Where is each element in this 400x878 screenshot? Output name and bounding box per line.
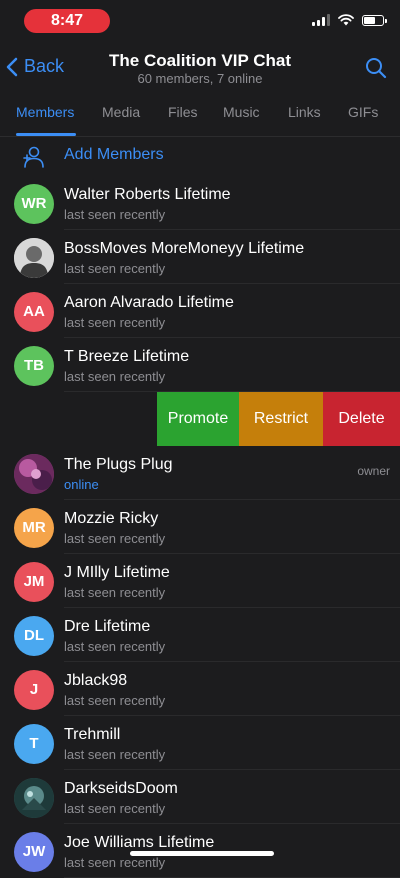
member-actions: Promote Restrict Delete: [157, 392, 400, 446]
restrict-button[interactable]: Restrict: [239, 392, 323, 446]
tab-links[interactable]: Links: [288, 104, 321, 120]
avatar: TB: [14, 346, 54, 386]
member-status: last seen recently: [64, 801, 166, 816]
battery-icon: [362, 14, 387, 26]
promote-button[interactable]: Promote: [157, 392, 239, 446]
tab-files[interactable]: Files: [168, 104, 198, 120]
search-button[interactable]: [364, 56, 388, 85]
member-name: Jblack98: [64, 672, 128, 689]
delete-button[interactable]: Delete: [323, 392, 400, 446]
member-row[interactable]: BossMoves MoreMoneyy Lifetime last seen …: [0, 230, 400, 284]
member-row[interactable]: The Plugs Plug online owner: [0, 446, 400, 500]
member-name: The Plugs Plug: [64, 456, 173, 473]
member-status: last seen recently: [64, 639, 166, 654]
avatar: AA: [14, 292, 54, 332]
member-row[interactable]: MR Mozzie Ricky last seen recently: [0, 500, 400, 554]
member-name: Mozzie Ricky: [64, 510, 159, 527]
avatar: WR: [14, 184, 54, 224]
back-label: Back: [24, 56, 65, 76]
home-indicator[interactable]: [130, 851, 274, 856]
add-user-icon: [23, 146, 44, 168]
nav-header: Back The Coalition VIP Chat 60 members, …: [0, 44, 400, 94]
avatar: MR: [14, 508, 54, 548]
member-row[interactable]: WR Walter Roberts Lifetime last seen rec…: [0, 176, 400, 230]
member-status: last seen recently: [64, 315, 166, 330]
member-name: T Breeze Lifetime: [64, 348, 190, 365]
member-status: last seen recently: [64, 531, 166, 546]
media-tabs: Members Media Files Music Links GIFs: [0, 98, 400, 137]
member-name: Joe Williams Lifetime: [64, 834, 215, 851]
member-name: BossMoves MoreMoneyy Lifetime: [64, 240, 305, 257]
member-status: last seen recently: [64, 261, 166, 276]
avatar: T: [14, 724, 54, 764]
add-members-button[interactable]: Add Members: [0, 138, 400, 174]
member-row[interactable]: AA Aaron Alvarado Lifetime last seen rec…: [0, 284, 400, 338]
member-status: last seen recently: [64, 369, 166, 384]
member-row[interactable]: DarkseidsDoom last seen recently: [0, 770, 400, 824]
status-time: 8:47: [24, 9, 110, 33]
member-row[interactable]: TB T Breeze Lifetime last seen recently: [0, 338, 400, 392]
member-row[interactable]: T Trehmill last seen recently: [0, 716, 400, 770]
back-button[interactable]: Back: [6, 56, 64, 77]
avatar-photo: [14, 778, 54, 818]
member-name: Dre Lifetime: [64, 618, 151, 635]
wifi-icon: [338, 14, 354, 26]
member-status: last seen recently: [64, 207, 166, 222]
members-list: WR Walter Roberts Lifetime last seen rec…: [0, 176, 400, 878]
member-row[interactable]: DL Dre Lifetime last seen recently: [0, 608, 400, 662]
member-status: last seen recently: [64, 585, 166, 600]
member-name: J MIlly Lifetime: [64, 564, 170, 581]
tab-music[interactable]: Music: [223, 104, 260, 120]
member-status: online: [64, 477, 99, 492]
member-name: DarkseidsDoom: [64, 780, 178, 797]
member-status: last seen recently: [64, 747, 166, 762]
avatar: JM: [14, 562, 54, 602]
member-row[interactable]: J Jblack98 last seen recently: [0, 662, 400, 716]
status-bar: 8:47: [0, 0, 400, 44]
avatar: JW: [14, 832, 54, 872]
cellular-signal-icon: [312, 14, 330, 26]
add-members-label: Add Members: [64, 146, 164, 163]
chevron-left-icon: [6, 57, 18, 76]
member-status: last seen recently: [64, 855, 166, 870]
owner-badge: owner: [357, 464, 390, 478]
tab-members[interactable]: Members: [16, 104, 74, 120]
tab-media[interactable]: Media: [102, 104, 140, 120]
search-icon: [366, 58, 387, 79]
active-tab-indicator: [16, 133, 76, 136]
avatar: DL: [14, 616, 54, 656]
member-count: 60 members, 7 online: [137, 71, 263, 86]
page-title: The Coalition VIP Chat: [109, 51, 291, 70]
member-status: last seen recently: [64, 693, 166, 708]
avatar-photo: [14, 454, 54, 494]
chat-title-block[interactable]: The Coalition VIP Chat 60 members, 7 onl…: [80, 51, 320, 87]
tab-gifs[interactable]: GIFs: [348, 104, 378, 120]
status-icons: [312, 14, 387, 26]
avatar-photo: [14, 238, 54, 278]
member-name: Trehmill: [64, 726, 121, 743]
member-name: Walter Roberts Lifetime: [64, 186, 231, 203]
member-row[interactable]: JM J MIlly Lifetime last seen recently: [0, 554, 400, 608]
swiped-member-row[interactable]: Promote Restrict Delete: [0, 392, 400, 446]
member-name: Aaron Alvarado Lifetime: [64, 294, 234, 311]
avatar: J: [14, 670, 54, 710]
